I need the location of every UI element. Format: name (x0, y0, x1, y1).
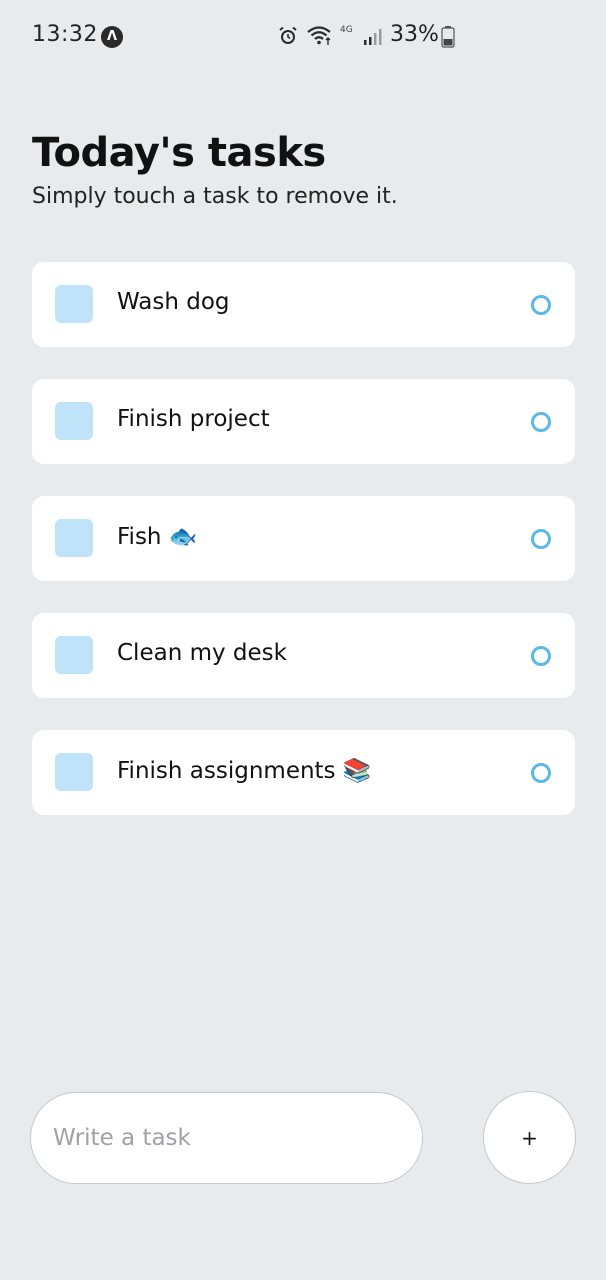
task-text: Finish assignments 📚 (117, 758, 372, 784)
task-circle-icon (531, 295, 551, 315)
add-task-button[interactable]: + (483, 1091, 576, 1184)
task-text: Fish 🐟 (117, 524, 198, 550)
battery-icon (441, 26, 455, 48)
page-title: Today's tasks (32, 130, 326, 176)
task-text: Finish project (117, 406, 270, 432)
task-input[interactable] (30, 1092, 423, 1184)
status-time: 13:32 (32, 22, 98, 47)
task-item[interactable]: Finish project (32, 379, 575, 464)
task-circle-icon (531, 763, 551, 783)
task-circle-icon (531, 529, 551, 549)
app-notification-icon: Λ (101, 26, 123, 48)
status-bar: 13:32 Λ 4G 33% (0, 0, 606, 72)
task-square-icon (55, 636, 93, 674)
task-item[interactable]: Wash dog (32, 262, 575, 347)
task-square-icon (55, 285, 93, 323)
task-item[interactable]: Finish assignments 📚 (32, 730, 575, 815)
task-list: Wash dog Finish project Fish 🐟 Clean my … (32, 262, 575, 847)
signal-icon (364, 29, 382, 45)
task-text: Clean my desk (117, 640, 287, 666)
task-circle-icon (531, 412, 551, 432)
task-item[interactable]: Clean my desk (32, 613, 575, 698)
task-square-icon (55, 402, 93, 440)
wifi-icon (307, 26, 331, 45)
network-type: 4G (340, 25, 353, 35)
task-item[interactable]: Fish 🐟 (32, 496, 575, 581)
alarm-icon (279, 26, 297, 44)
task-circle-icon (531, 646, 551, 666)
page-subtitle: Simply touch a task to remove it. (32, 184, 398, 209)
task-text: Wash dog (117, 289, 230, 315)
task-square-icon (55, 753, 93, 791)
battery-percent: 33% (390, 22, 439, 47)
task-square-icon (55, 519, 93, 557)
